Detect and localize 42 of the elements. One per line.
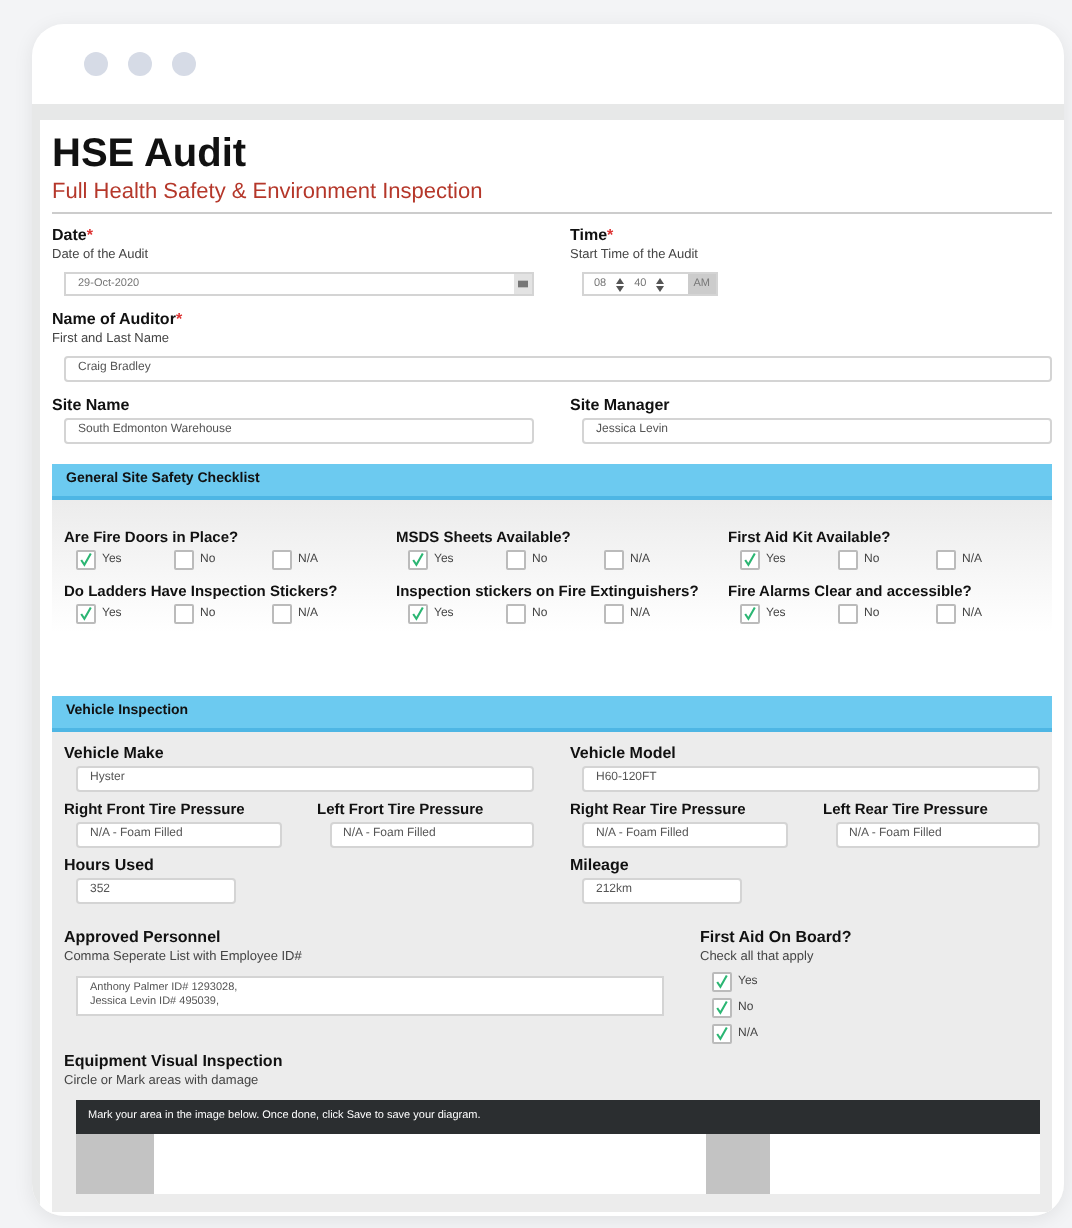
checkbox[interactable]	[712, 998, 732, 1018]
field-label: Mileage	[570, 856, 631, 876]
diagram-canvas[interactable]	[154, 1134, 706, 1194]
field-label: Name of Auditor	[52, 310, 176, 330]
checkbox[interactable]	[408, 604, 428, 624]
field-label: Hours Used	[64, 856, 156, 876]
field-label: First Aid On Board?	[700, 928, 854, 948]
field-label: Approved Personnel	[64, 928, 223, 948]
field-label: Time	[570, 226, 608, 246]
field-label: Site Manager	[570, 396, 672, 416]
checkbox[interactable]	[272, 604, 292, 624]
checkbox[interactable]	[712, 972, 732, 992]
checkbox[interactable]	[838, 550, 858, 570]
checkbox[interactable]	[506, 604, 526, 624]
checkbox[interactable]	[272, 550, 292, 570]
field-label: Vehicle Make	[64, 744, 166, 764]
required-mark: *	[86, 226, 93, 246]
calendar-icon	[514, 274, 532, 294]
spinner-icon	[616, 277, 625, 291]
checkbox[interactable]	[76, 604, 96, 624]
checkbox[interactable]	[506, 550, 526, 570]
field-label: Date	[52, 226, 87, 246]
checkbox[interactable]	[604, 604, 624, 624]
checkbox[interactable]	[838, 604, 858, 624]
required-mark: *	[175, 310, 183, 330]
checkbox[interactable]	[174, 604, 194, 624]
field-label: Equipment Visual Inspection	[64, 1052, 285, 1072]
checkbox[interactable]	[174, 550, 194, 570]
checkbox[interactable]	[740, 604, 760, 624]
required-mark: *	[607, 226, 614, 246]
checkbox[interactable]	[76, 550, 96, 570]
form-subtitle: Full Health Safety & Environment Inspection	[52, 178, 485, 206]
checkbox[interactable]	[936, 550, 956, 570]
checkbox[interactable]	[740, 550, 760, 570]
checkbox[interactable]	[712, 1024, 732, 1044]
checkbox[interactable]	[936, 604, 956, 624]
checkbox[interactable]	[604, 550, 624, 570]
form-title: HSE Audit	[52, 132, 249, 176]
spinner-icon	[656, 277, 665, 291]
field-label: Site Name	[52, 396, 132, 416]
field-label: Vehicle Model	[570, 744, 678, 764]
checkbox[interactable]	[408, 550, 428, 570]
